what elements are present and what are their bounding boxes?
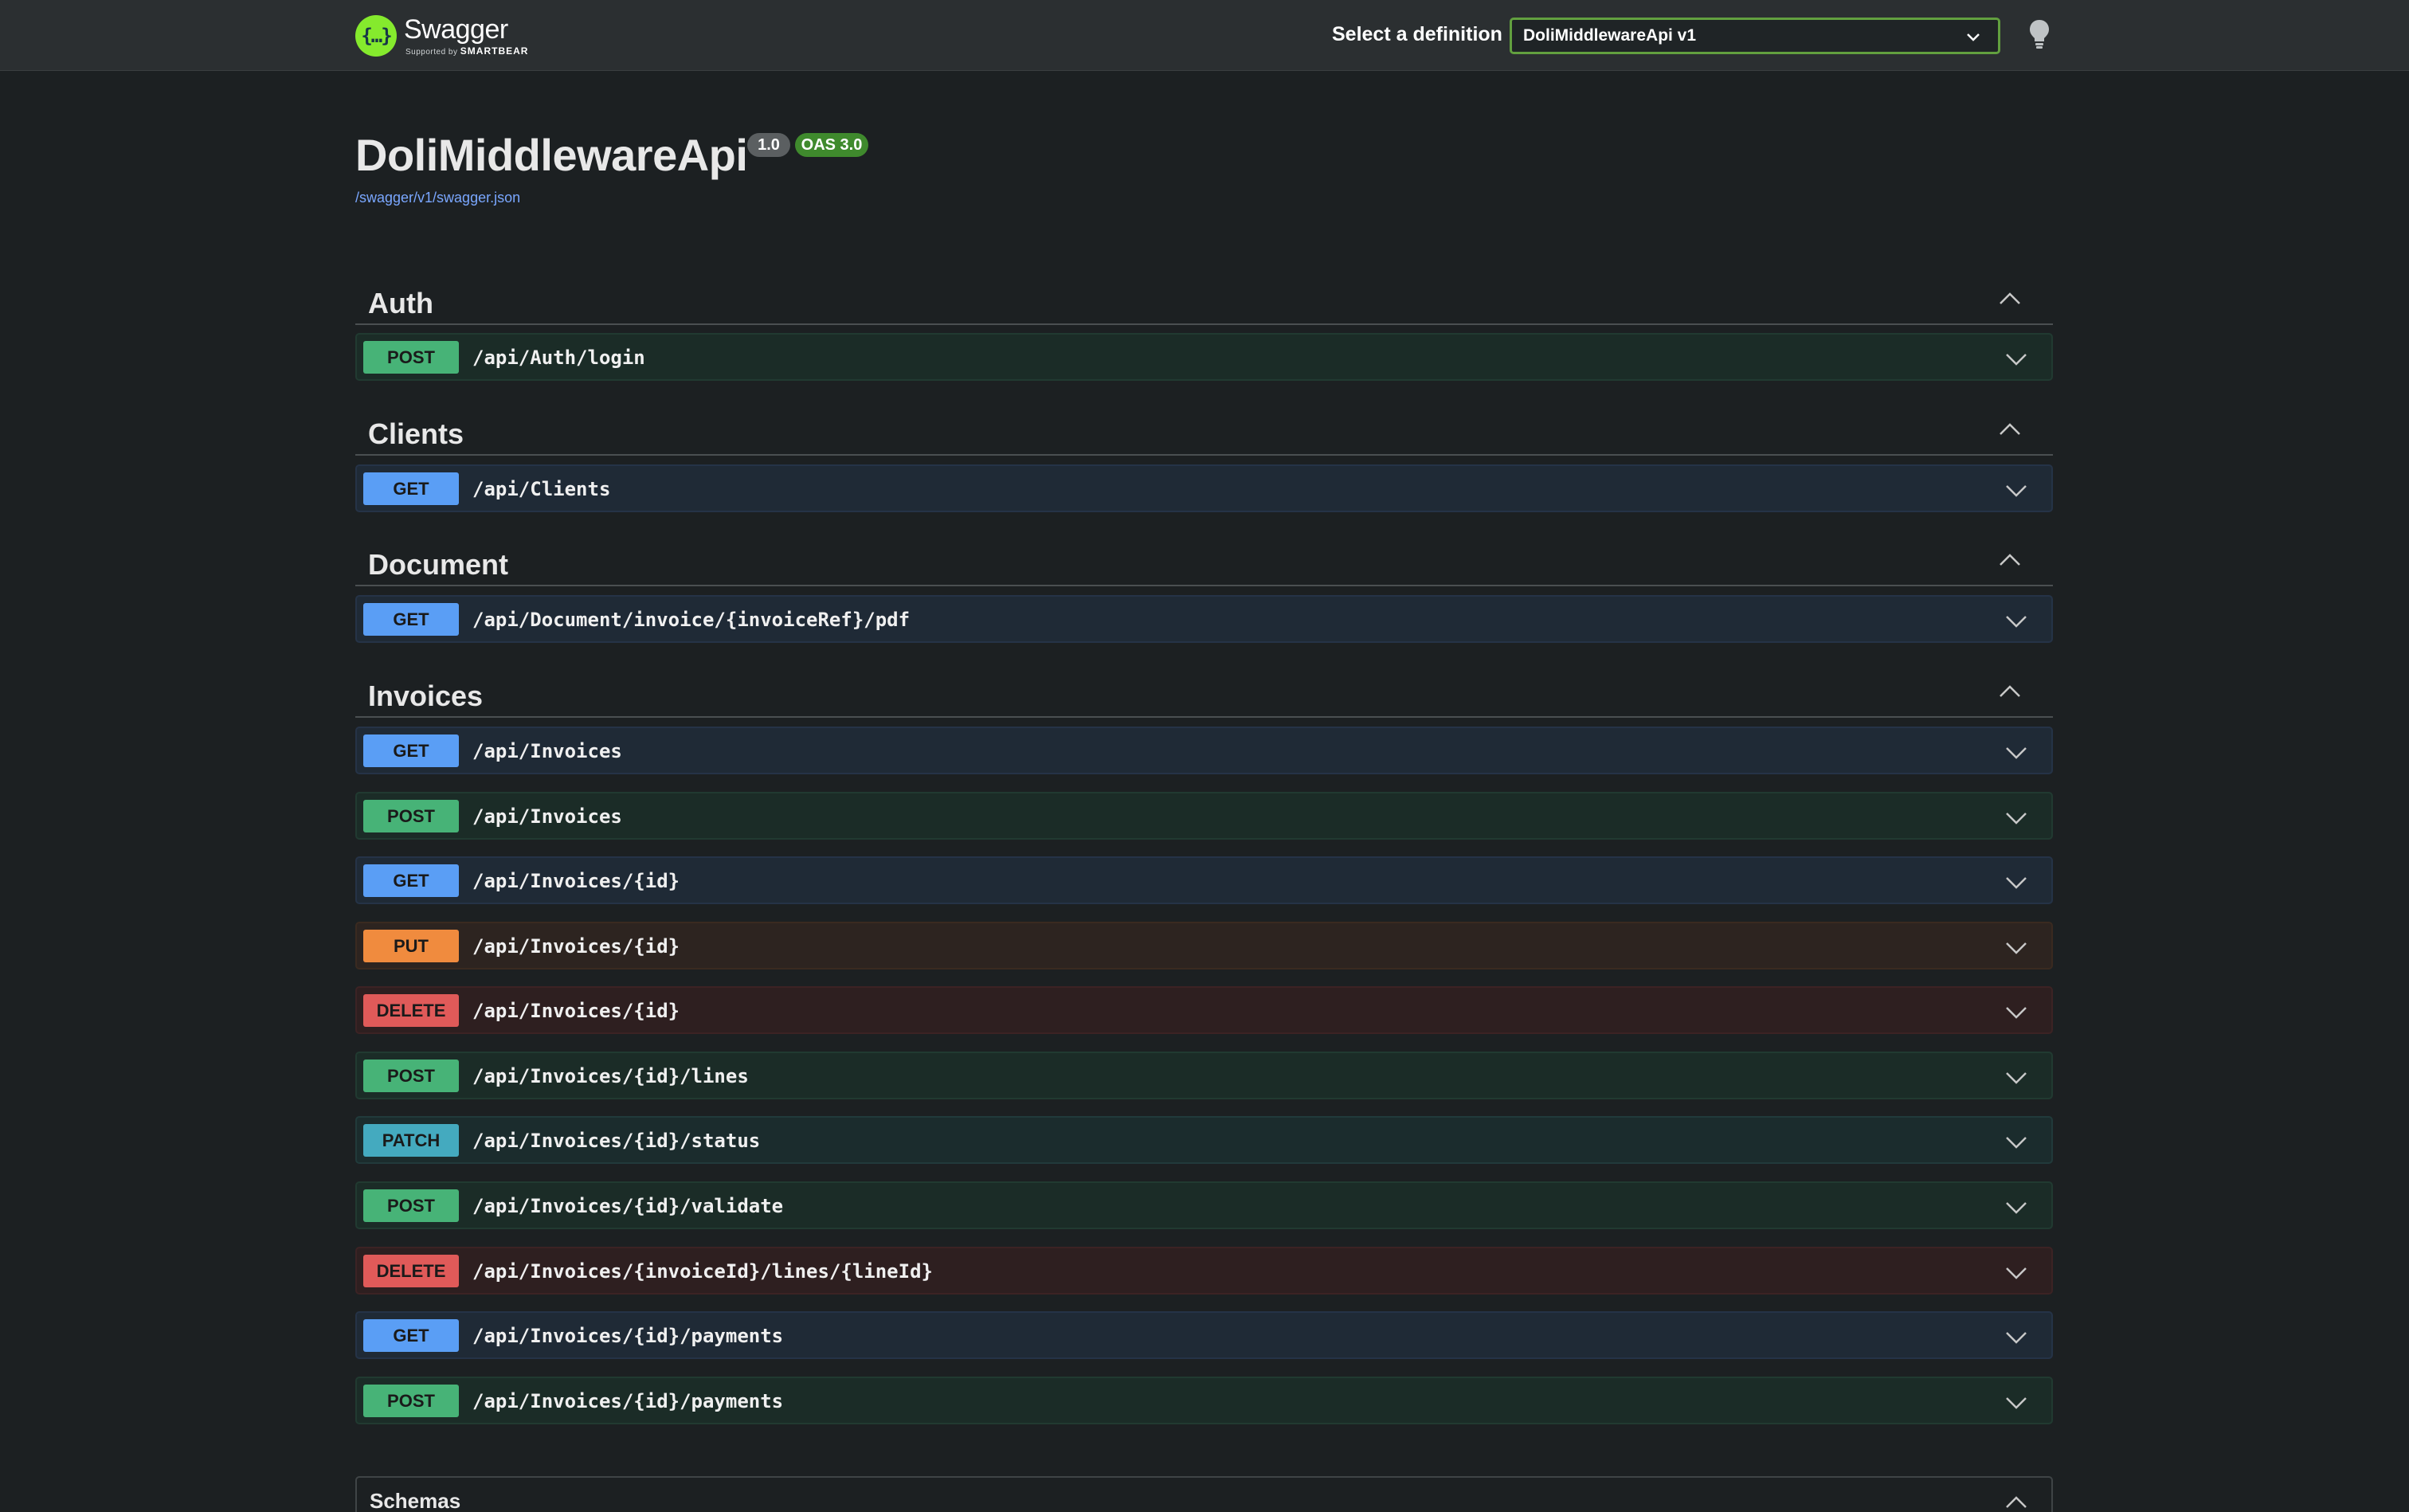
operation-row[interactable]: POST /api/Invoices/{id}/validate	[355, 1181, 2053, 1229]
method-badge: POST	[363, 341, 459, 374]
section-title: Clients	[368, 417, 464, 450]
section-title: Document	[368, 548, 509, 581]
operation-path: /api/Document/invoice/{invoiceRef}/pdf	[472, 609, 911, 631]
chevron-down-icon	[1967, 33, 1980, 41]
operation-row[interactable]: GET /api/Invoices/{id}	[355, 856, 2053, 904]
method-badge: GET	[363, 1319, 459, 1352]
operation-row[interactable]: GET /api/Invoices/{id}/payments	[355, 1311, 2053, 1359]
chevron-down-icon[interactable]	[2005, 1326, 2027, 1348]
method-badge: PATCH	[363, 1124, 459, 1157]
method-badge: POST	[363, 1385, 459, 1417]
method-badge: GET	[363, 603, 459, 636]
chevron-down-icon[interactable]	[2005, 479, 2027, 501]
chevron-down-icon[interactable]	[2005, 347, 2027, 370]
swagger-logo-icon: {…}	[355, 15, 397, 57]
chevron-down-icon[interactable]	[2005, 1391, 2027, 1413]
operation-row[interactable]: POST /api/Invoices/{id}/lines	[355, 1052, 2053, 1099]
section-invoices[interactable]: Invoices	[355, 665, 2053, 718]
operation-row[interactable]: GET /api/Document/invoice/{invoiceRef}/p…	[355, 595, 2053, 643]
operation-row[interactable]: POST /api/Auth/login	[355, 333, 2053, 381]
operation-row[interactable]: POST /api/Invoices	[355, 792, 2053, 840]
chevron-down-icon[interactable]	[2005, 741, 2027, 763]
operation-row[interactable]: DELETE /api/Invoices/{invoiceId}/lines/{…	[355, 1247, 2053, 1295]
logo-sub: Supported by SMARTBEAR	[405, 46, 528, 57]
operation-row[interactable]: DELETE /api/Invoices/{id}	[355, 986, 2053, 1034]
api-title: DoliMiddlewareApi	[355, 130, 748, 180]
operation-path: /api/Clients	[472, 478, 611, 500]
operation-path: /api/Invoices/{id}/payments	[472, 1325, 784, 1347]
method-badge: POST	[363, 800, 459, 832]
lightbulb-icon[interactable]	[2027, 18, 2051, 49]
operation-path: /api/Invoices/{id}/status	[472, 1130, 761, 1152]
method-badge: GET	[363, 472, 459, 505]
chevron-up-icon[interactable]	[1999, 290, 2021, 306]
method-badge: DELETE	[363, 1255, 459, 1287]
definition-label: Select a definition	[1332, 23, 1502, 45]
operation-row[interactable]: GET /api/Invoices	[355, 727, 2053, 774]
chevron-down-icon[interactable]	[2005, 871, 2027, 893]
chevron-down-icon[interactable]	[2005, 1130, 2027, 1153]
method-badge: GET	[363, 864, 459, 897]
section-title: Invoices	[368, 680, 484, 712]
logo-sub-prefix: Supported by	[405, 47, 458, 57]
chevron-up-icon[interactable]	[1999, 421, 2021, 437]
chevron-down-icon[interactable]	[2005, 1001, 2027, 1023]
chevron-up-icon[interactable]	[1999, 551, 2021, 567]
logo-text: Swagger Supported by SMARTBEAR	[404, 16, 528, 57]
method-badge: PUT	[363, 930, 459, 962]
oas-badge: OAS 3.0	[795, 133, 868, 157]
chevron-down-icon[interactable]	[2005, 936, 2027, 958]
section-document[interactable]: Document	[355, 534, 2053, 586]
operation-path: /api/Invoices/{id}	[472, 935, 680, 958]
operation-row[interactable]: PATCH /api/Invoices/{id}/status	[355, 1116, 2053, 1164]
operation-path: /api/Invoices/{id}/payments	[472, 1390, 784, 1412]
definition-selected-value: DoliMiddlewareApi v1	[1523, 26, 1697, 45]
section-clients[interactable]: Clients	[355, 403, 2053, 456]
method-badge: POST	[363, 1189, 459, 1222]
logo-name: Swagger	[404, 14, 508, 45]
method-badge: GET	[363, 734, 459, 767]
operation-path: /api/Auth/login	[472, 347, 645, 369]
operation-path: /api/Invoices/{invoiceId}/lines/{lineId}	[472, 1260, 933, 1283]
chevron-up-icon[interactable]	[1999, 683, 2021, 699]
section-auth[interactable]: Auth	[355, 272, 2053, 325]
operation-path: /api/Invoices/{id}	[472, 1000, 680, 1022]
chevron-down-icon[interactable]	[2005, 1066, 2027, 1088]
operation-row[interactable]: POST /api/Invoices/{id}/payments	[355, 1377, 2053, 1424]
definition-select[interactable]: DoliMiddlewareApi v1	[1510, 18, 2000, 54]
chevron-down-icon[interactable]	[2005, 806, 2027, 828]
schemas-section[interactable]: Schemas	[355, 1476, 2053, 1512]
method-badge: DELETE	[363, 994, 459, 1027]
operation-path: /api/Invoices	[472, 805, 622, 828]
method-badge: POST	[363, 1060, 459, 1092]
operation-path: /api/Invoices/{id}/lines	[472, 1065, 749, 1087]
spec-json-link[interactable]: /swagger/v1/swagger.json	[355, 190, 520, 206]
chevron-up-icon[interactable]	[2005, 1494, 2027, 1510]
swagger-logo[interactable]: {…} Swagger Supported by SMARTBEAR	[355, 10, 528, 62]
operation-row[interactable]: PUT /api/Invoices/{id}	[355, 922, 2053, 969]
version-badge: 1.0	[747, 133, 790, 157]
chevron-down-icon[interactable]	[2005, 1261, 2027, 1283]
topbar: {…} Swagger Supported by SMARTBEAR Selec…	[0, 0, 2409, 71]
operation-path: /api/Invoices/{id}	[472, 870, 680, 892]
operation-path: /api/Invoices	[472, 740, 622, 762]
section-title: Auth	[368, 287, 433, 319]
operation-row[interactable]: GET /api/Clients	[355, 464, 2053, 512]
chevron-down-icon[interactable]	[2005, 609, 2027, 632]
schemas-title: Schemas	[370, 1489, 461, 1512]
chevron-down-icon[interactable]	[2005, 1196, 2027, 1218]
logo-sub-brand: SMARTBEAR	[460, 45, 529, 57]
operation-path: /api/Invoices/{id}/validate	[472, 1195, 784, 1217]
